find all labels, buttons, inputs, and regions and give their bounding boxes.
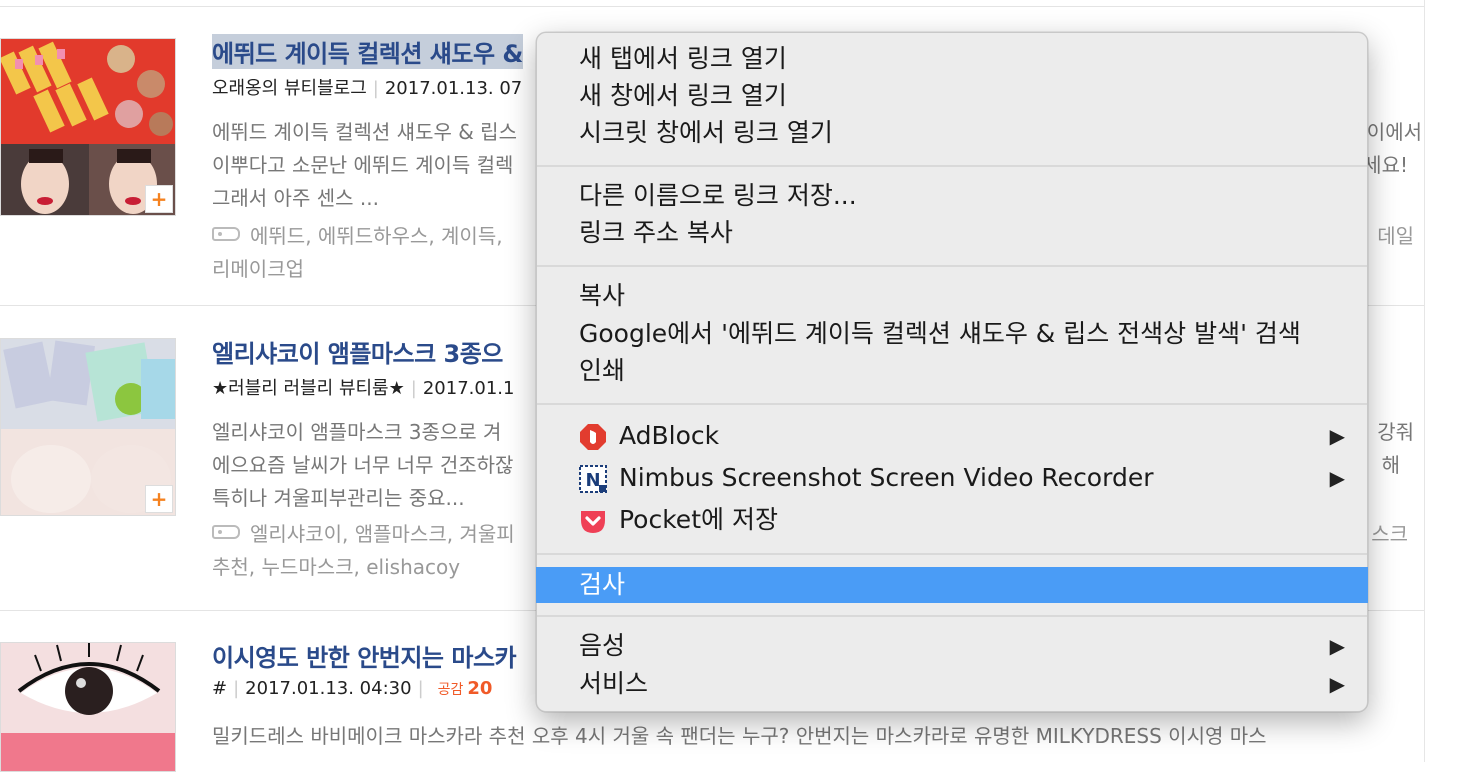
menu-separator: [537, 165, 1367, 167]
add-plus-button[interactable]: +: [145, 185, 173, 213]
menu-item-print[interactable]: 인쇄: [537, 353, 1367, 389]
desc-text: 에뛰드 계이득 컬렉션 섀도우 & 립스: [212, 120, 517, 144]
thumbnail-image[interactable]: +: [0, 38, 176, 216]
desc-text: 에으요즘 날씨가 너무 너무 건조하잖: [212, 453, 514, 477]
desc-text: 이에서: [1366, 120, 1422, 144]
svg-text:N: N: [585, 470, 600, 491]
menu-item-copy[interactable]: 복사: [537, 278, 1367, 314]
adblock-icon: [580, 424, 606, 450]
context-menu: 새 탭에서 링크 열기 새 창에서 링크 열기 시크릿 창에서 링크 열기 다른…: [536, 32, 1368, 712]
menu-item-pocket[interactable]: Pocket에 저장: [537, 502, 1367, 538]
menu-separator: [537, 553, 1367, 555]
submenu-arrow-icon: ▶: [1329, 466, 1345, 490]
post-meta: 오래옹의 뷰티블로그 | 2017.01.13. 07: [212, 78, 523, 99]
post-date: 2017.01.13. 04:30: [245, 678, 412, 699]
thumbnail-image[interactable]: [0, 642, 176, 772]
submenu-arrow-icon: ▶: [1329, 672, 1345, 696]
menu-item-open-new-tab[interactable]: 새 탭에서 링크 열기: [537, 41, 1367, 77]
menu-item-save-link-as[interactable]: 다른 이름으로 링크 저장...: [537, 178, 1367, 214]
like-count: 20: [467, 678, 493, 699]
right-border: [1424, 0, 1425, 762]
desc-text: 이뿌다고 소문난 에뛰드 계이득 컬렉: [212, 153, 514, 177]
post-date: 2017.01.13. 07: [384, 78, 523, 99]
tag-icon: [212, 525, 240, 539]
desc-text: 해: [1381, 453, 1400, 477]
tag-text[interactable]: 엘리샤코이, 앰플마스크, 겨울피: [250, 522, 515, 546]
menu-separator: [537, 403, 1367, 405]
nimbus-icon: N: [579, 465, 607, 493]
post-date: 2017.01.1: [422, 378, 515, 399]
add-plus-button[interactable]: +: [145, 485, 173, 513]
post-title[interactable]: 엘리샤코이 앰플마스크 3종으: [212, 334, 503, 369]
menu-separator: [537, 615, 1367, 617]
blog-name[interactable]: #: [212, 678, 227, 699]
blog-name[interactable]: ★러블리 러블리 뷰티룸★: [212, 378, 405, 399]
menu-separator: [537, 265, 1367, 267]
top-divider: [0, 6, 1424, 7]
menu-item-google-search[interactable]: Google에서 '에뛰드 계이득 컬렉션 섀도우 & 립스 전색상 발색' 검…: [537, 316, 1367, 352]
desc-text: 세요!: [1363, 153, 1408, 177]
post-description: 밀키드레스 바비메이크 마스카라 추천 오후 4시 거울 속 팬더는 누구? 안…: [212, 720, 1422, 753]
menu-item-open-incognito[interactable]: 시크릿 창에서 링크 열기: [537, 115, 1367, 151]
menu-item-speech[interactable]: 음성 ▶: [537, 628, 1367, 664]
tag-text[interactable]: 데일: [1377, 220, 1414, 253]
menu-item-adblock[interactable]: AdBlock ▶: [537, 418, 1367, 454]
tag-text[interactable]: 에뛰드, 에뛰드하우스, 계이득,: [250, 224, 503, 248]
blog-name[interactable]: 오래옹의 뷰티블로그: [212, 78, 367, 99]
post-meta: # | 2017.01.13. 04:30 | 공감 20: [212, 678, 493, 699]
desc-text: 강줘: [1377, 420, 1414, 444]
menu-item-copy-link-address[interactable]: 링크 주소 복사: [537, 215, 1367, 251]
tag-text[interactable]: 스크: [1371, 518, 1408, 551]
menu-item-services[interactable]: 서비스 ▶: [537, 666, 1367, 702]
pocket-icon: [581, 511, 605, 533]
post-meta: ★러블리 러블리 뷰티룸★ | 2017.01.1: [212, 378, 515, 399]
desc-text: 밀키드레스 바비메이크 마스카라 추천 오후 4시 거울 속 팬더는 누구? 안…: [212, 724, 1267, 748]
thumbnail-image[interactable]: +: [0, 338, 176, 516]
like-label[interactable]: 공감: [438, 682, 464, 698]
submenu-arrow-icon: ▶: [1329, 634, 1345, 658]
desc-text: 엘리샤코이 앰플마스크 3종으로 겨: [212, 420, 502, 444]
menu-item-nimbus[interactable]: N Nimbus Screenshot Screen Video Recorde…: [537, 460, 1367, 496]
post-title[interactable]: 에뛰드 계이득 컬렉션 섀도우 &: [212, 34, 523, 69]
menu-item-open-new-window[interactable]: 새 창에서 링크 열기: [537, 78, 1367, 114]
tag-icon: [212, 227, 240, 241]
submenu-arrow-icon: ▶: [1329, 424, 1345, 448]
post-title[interactable]: 이시영도 반한 안번지는 마스카: [212, 638, 517, 673]
menu-item-inspect[interactable]: 검사: [536, 567, 1368, 603]
